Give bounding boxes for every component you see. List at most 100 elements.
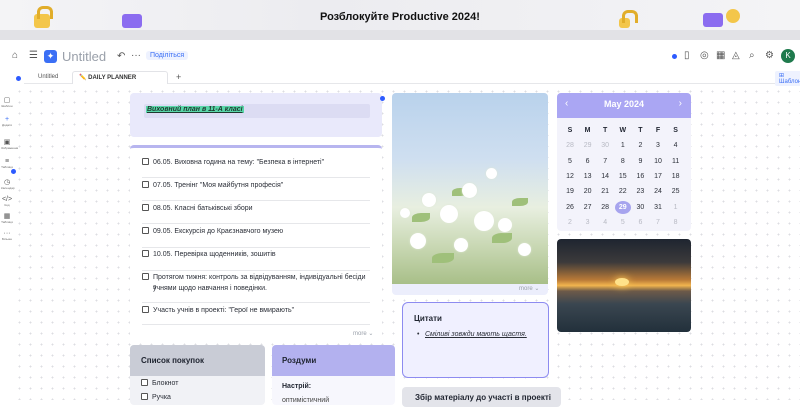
calendar-day[interactable]: 16 — [632, 170, 648, 183]
calendar-day[interactable]: 24 — [650, 185, 666, 198]
calendar-day[interactable]: 29 — [580, 139, 596, 152]
menu-icon[interactable]: ☰ — [29, 50, 38, 61]
settings-icon[interactable]: ⚙ — [765, 50, 774, 61]
calendar-icon[interactable]: ▦ — [716, 50, 725, 61]
checkbox[interactable] — [142, 273, 149, 280]
photo-card[interactable]: more ⌄ — [392, 93, 548, 295]
calendar-day[interactable]: 18 — [668, 170, 684, 183]
checkbox[interactable] — [142, 306, 149, 313]
calendar-day[interactable]: 3 — [650, 139, 666, 152]
plan-title[interactable]: Виховний план в 11-А класі — [146, 106, 244, 113]
avatar[interactable]: K — [781, 49, 795, 63]
add-tab-button[interactable]: + — [170, 71, 187, 84]
todo-item[interactable]: Участь учнів в проекті: "Герої не вмираю… — [142, 305, 370, 325]
title-block[interactable]: Виховний план в 11-А класі — [130, 93, 382, 137]
sunset-photo-card[interactable] — [557, 239, 691, 332]
calendar-day[interactable]: 1 — [668, 201, 684, 214]
todo-item[interactable]: Протягом тижня: контроль за відвідування… — [142, 272, 370, 303]
calendar-day[interactable]: 17 — [650, 170, 666, 183]
more-options-icon[interactable]: ··· — [131, 50, 141, 61]
calendar-day[interactable]: 23 — [632, 185, 648, 198]
calendar-day[interactable]: 7 — [597, 155, 613, 168]
calendar-day[interactable]: 9 — [632, 155, 648, 168]
calendar-day[interactable]: 4 — [668, 139, 684, 152]
calendar-day[interactable]: 20 — [580, 185, 596, 198]
rail-more[interactable]: ··· Більше — [1, 230, 13, 241]
calendar-day[interactable]: 2 — [632, 139, 648, 152]
bell-icon[interactable]: ◬ — [732, 50, 740, 61]
templates-button[interactable]: ⊞ Шаблони — [775, 71, 800, 86]
checkbox[interactable] — [141, 379, 148, 386]
calendar-day[interactable]: 4 — [597, 216, 613, 229]
thoughts-title: Роздуми — [282, 356, 317, 365]
tab-daily-planner[interactable]: ✏️ DAILY PLANNER — [72, 71, 168, 84]
calendar-day[interactable]: 5 — [562, 155, 578, 168]
calendar-day[interactable]: 13 — [580, 170, 596, 183]
quote-item[interactable]: Сміливі зовжди мають щастя. — [417, 331, 527, 338]
rail-table[interactable]: ≡ Таблиця — [1, 158, 13, 169]
block-handle-dot[interactable] — [380, 96, 385, 101]
todo-more-button[interactable]: more ⌄ — [353, 330, 373, 337]
chevron-right-icon[interactable]: › — [679, 98, 682, 109]
calendar-day[interactable]: 3 — [580, 216, 596, 229]
home-icon[interactable]: ⌂ — [12, 50, 18, 61]
checkbox[interactable] — [142, 181, 149, 188]
rail-template[interactable]: ▢ Шаблон — [1, 96, 13, 108]
todo-item[interactable]: 08.05. Класні батьківські збори — [142, 203, 370, 224]
notification-dot — [16, 76, 21, 81]
calendar-day[interactable]: 28 — [562, 139, 578, 152]
promo-banner[interactable]: Розблокуйте Productive 2024! — [0, 0, 800, 40]
calendar-day[interactable]: 8 — [668, 216, 684, 229]
calendar-day[interactable]: 28 — [597, 201, 613, 214]
rail-calendar[interactable]: ◷ Календар — [1, 178, 15, 190]
rail-code[interactable]: </> Код — [1, 196, 13, 207]
calendar-day[interactable]: 8 — [615, 155, 631, 168]
calendar-day-today[interactable]: 29 — [614, 200, 631, 214]
calendar-day[interactable]: 11 — [668, 155, 684, 168]
mood-value[interactable]: оптимістичний — [282, 397, 329, 404]
calendar-day[interactable]: 12 — [562, 170, 578, 183]
calendar-day[interactable]: 7 — [650, 216, 666, 229]
calendar-day[interactable]: 1 — [615, 139, 631, 152]
calendar-day[interactable]: 6 — [632, 216, 648, 229]
calendar-day[interactable]: 6 — [580, 155, 596, 168]
rail-grid[interactable]: ▦ Таблиця — [1, 212, 13, 224]
share-button[interactable]: Поділіться — [146, 51, 189, 60]
calendar-day[interactable]: 22 — [615, 185, 631, 198]
calendar-day[interactable]: 31 — [650, 201, 666, 214]
calendar-day[interactable]: 30 — [597, 139, 613, 152]
checkbox[interactable] — [141, 393, 148, 400]
calendar-day[interactable]: 19 — [562, 185, 578, 198]
rail-indicator-dot — [11, 169, 16, 174]
calendar-day[interactable]: 30 — [632, 201, 648, 214]
undo-icon[interactable]: ↶ — [117, 51, 125, 62]
checkbox[interactable] — [142, 204, 149, 211]
blossom-photo — [392, 93, 548, 284]
document-icon[interactable]: ▯ — [684, 50, 690, 61]
calendar-day[interactable]: 26 — [562, 201, 578, 214]
check-icon[interactable]: ◎ — [700, 50, 709, 61]
tab-untitled[interactable]: Untitled — [32, 71, 64, 84]
todo-item[interactable]: 09.05. Екскурсія до Краєзнавчого музею — [142, 226, 370, 248]
calendar-day[interactable]: 21 — [597, 185, 613, 198]
rail-add[interactable]: + Додати — [1, 116, 13, 127]
todo-item[interactable]: 10.05. Перевірка щоденників, зошитів — [142, 249, 370, 271]
checkbox[interactable] — [142, 227, 149, 234]
calendar-day[interactable]: 2 — [562, 216, 578, 229]
todo-item[interactable]: 06.05. Виховна година на тему: "Безпека … — [142, 157, 370, 178]
todo-item[interactable]: 07.05. Тренінг "Моя майбутня професія" — [142, 180, 370, 201]
document-title[interactable]: Untitled — [62, 49, 106, 64]
search-icon[interactable]: ⌕ — [749, 50, 755, 61]
checkbox[interactable] — [142, 250, 149, 257]
calendar-day[interactable]: 27 — [580, 201, 596, 214]
checkbox[interactable] — [142, 158, 149, 165]
photo-more-button[interactable]: more ⌄ — [519, 285, 539, 292]
calendar-day[interactable]: 10 — [650, 155, 666, 168]
calendar-weekday: S — [567, 127, 573, 134]
calendar-day[interactable]: 25 — [668, 185, 684, 198]
shopping-item[interactable]: Блокнот — [141, 379, 178, 387]
calendar-day[interactable]: 15 — [615, 170, 631, 183]
calendar-day[interactable]: 5 — [615, 216, 631, 229]
rail-image[interactable]: ▣ Зображення — [1, 138, 18, 150]
calendar-day[interactable]: 14 — [597, 170, 613, 183]
